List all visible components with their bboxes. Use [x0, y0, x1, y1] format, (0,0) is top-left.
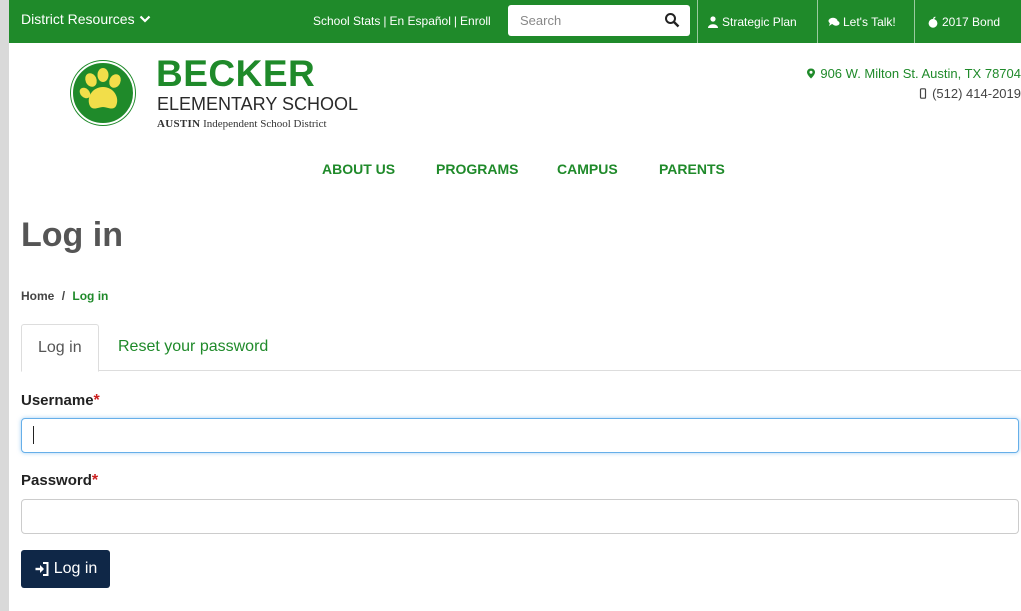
map-marker-icon — [807, 68, 816, 79]
paw-icon — [71, 61, 135, 125]
nav-parents[interactable]: PARENTS — [659, 161, 725, 177]
username-label-text: Username — [21, 392, 94, 409]
address-text: 906 W. Milton St. Austin, TX 78704 — [820, 66, 1021, 81]
breadcrumb: Home / Log in — [21, 289, 108, 303]
link-separator: | — [383, 14, 387, 28]
password-field[interactable] — [21, 499, 1019, 534]
page-title: Log in — [21, 216, 123, 254]
school-name[interactable]: BECKER — [156, 53, 315, 95]
username-field[interactable] — [21, 418, 1019, 453]
paw-logo[interactable] — [70, 60, 136, 126]
page: District Resources School Stats | En Españ… — [9, 0, 1021, 611]
nav-about-us[interactable]: ABOUT US — [322, 161, 395, 177]
login-button[interactable]: Log in — [21, 550, 110, 588]
password-label-text: Password — [21, 472, 92, 489]
phone[interactable]: (512) 414-2019 — [918, 86, 1021, 101]
password-label: Password* — [21, 472, 98, 490]
search-box — [508, 5, 690, 36]
link-separator: | — [453, 14, 458, 28]
username-label: Username* — [21, 392, 100, 410]
nav-programs[interactable]: PROGRAMS — [436, 161, 518, 177]
lets-talk-button[interactable]: Let's Talk! — [817, 0, 915, 43]
district-bold: AUSTIN — [157, 118, 201, 130]
strategic-plan-label: Strategic Plan — [722, 14, 797, 29]
enroll-link[interactable]: Enroll — [460, 14, 491, 28]
district-name: AUSTIN Independent School District — [157, 118, 327, 130]
school-type: ELEMENTARY SCHOOL — [157, 94, 359, 114]
sign-in-icon — [35, 562, 49, 576]
breadcrumb-current[interactable]: Log in — [72, 289, 108, 303]
phone-icon — [919, 88, 927, 99]
required-marker: * — [91, 472, 99, 489]
strategic-plan-button[interactable]: Strategic Plan — [697, 0, 826, 43]
login-tabs: Log in Reset your password — [21, 324, 1021, 372]
lets-talk-label: Let's Talk! — [843, 14, 896, 29]
tab-log-in[interactable]: Log in — [21, 324, 99, 372]
district-resources-menu[interactable]: District Resources — [21, 11, 151, 27]
school-stats-link[interactable]: School Stats — [313, 14, 380, 28]
search-input[interactable] — [518, 12, 662, 29]
top-bar: District Resources School Stats | En Españ… — [9, 0, 1021, 43]
quick-links: School Stats | En Español | Enroll — [313, 14, 491, 28]
district-rest: Independent School District — [200, 118, 327, 130]
chat-icon — [828, 17, 840, 26]
bond-label: 2017 Bond — [942, 14, 1001, 29]
nav-campus[interactable]: CAMPUS — [557, 161, 618, 177]
chevron-down-icon — [139, 15, 150, 23]
search-icon[interactable] — [664, 12, 680, 28]
tab-reset-password[interactable]: Reset your password — [118, 324, 268, 369]
district-resources-label: District Resources — [21, 11, 135, 27]
breadcrumb-home[interactable]: Home — [21, 289, 54, 303]
bond-button[interactable]: 2017 Bond — [914, 0, 1021, 43]
address[interactable]: 906 W. Milton St. Austin, TX 78704 — [806, 66, 1021, 81]
required-marker: * — [93, 392, 100, 409]
person-icon — [708, 15, 718, 28]
breadcrumb-separator: / — [61, 289, 66, 303]
apple-icon — [928, 16, 938, 28]
text-cursor — [33, 426, 34, 444]
espanol-link[interactable]: En Español — [390, 14, 451, 28]
login-button-label: Log in — [53, 560, 98, 577]
phone-text: (512) 414-2019 — [932, 86, 1021, 101]
